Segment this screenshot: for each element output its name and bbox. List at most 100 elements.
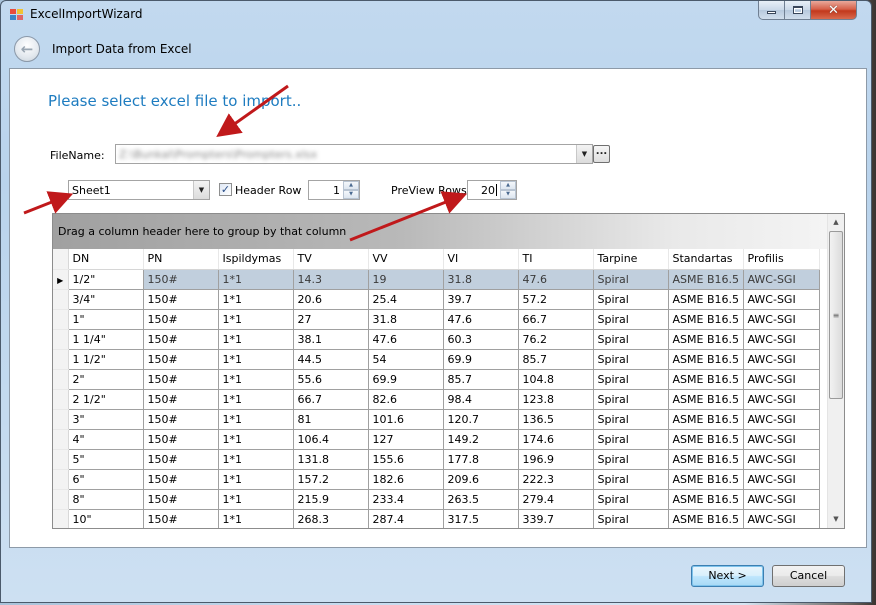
cell-tv[interactable]: 131.8 [293, 449, 369, 470]
cell-ti[interactable]: 279.4 [518, 489, 594, 510]
next-button[interactable]: Next > [691, 565, 764, 587]
cell-dn[interactable]: 1 1/2" [68, 349, 144, 370]
cell-vi[interactable]: 85.7 [443, 369, 519, 390]
cell-profilis[interactable]: AWC-SGI [743, 489, 820, 510]
cell-profilis[interactable]: AWC-SGI [743, 509, 820, 528]
cell-ispildymas[interactable]: 1*1 [218, 449, 294, 470]
cell-profilis[interactable]: AWC-SGI [743, 469, 820, 490]
table-row[interactable]: 5" 150# 1*1 131.8 155.6 177.8 196.9 Spiral ASME … [53, 449, 820, 470]
cell-tarpine[interactable]: Spiral [593, 469, 669, 490]
table-row[interactable]: 1 1/2" 150# 1*1 44.5 54 69.9 85.7 Spiral ASME B1… [53, 349, 820, 370]
cell-tarpine[interactable]: Spiral [593, 389, 669, 410]
cell-standartas[interactable]: ASME B16.5 [668, 469, 744, 490]
cell-vv[interactable]: 233.4 [368, 489, 444, 510]
cell-ispildymas[interactable]: 1*1 [218, 329, 294, 350]
column-header-profilis[interactable]: Profilis [743, 249, 820, 270]
cell-standartas[interactable]: ASME B16.5 [668, 309, 744, 330]
cell-tv[interactable]: 38.1 [293, 329, 369, 350]
cell-vi[interactable]: 47.6 [443, 309, 519, 330]
cell-ispildymas[interactable]: 1*1 [218, 369, 294, 390]
cell-tarpine[interactable]: Spiral [593, 489, 669, 510]
cell-vv[interactable]: 155.6 [368, 449, 444, 470]
cell-tarpine[interactable]: Spiral [593, 369, 669, 390]
cell-ti[interactable]: 57.2 [518, 289, 594, 310]
row-header[interactable] [53, 489, 69, 510]
cancel-button[interactable]: Cancel [772, 565, 845, 587]
cell-dn[interactable]: 6" [68, 469, 144, 490]
cell-dn[interactable]: 1 1/4" [68, 329, 144, 350]
cell-pn[interactable]: 150# [143, 409, 219, 430]
cell-profilis[interactable]: AWC-SGI [743, 309, 820, 330]
cell-tarpine[interactable]: Spiral [593, 349, 669, 370]
cell-ti[interactable]: 174.6 [518, 429, 594, 450]
cell-ispildymas[interactable]: 1*1 [218, 429, 294, 450]
cell-vi[interactable]: 177.8 [443, 449, 519, 470]
cell-tarpine[interactable]: Spiral [593, 309, 669, 330]
cell-standartas[interactable]: ASME B16.5 [668, 289, 744, 310]
cell-ti[interactable]: 222.3 [518, 469, 594, 490]
row-header[interactable] [53, 309, 69, 330]
column-header-vi[interactable]: VI [443, 249, 519, 270]
scroll-thumb[interactable]: ≡ [829, 231, 843, 399]
cell-vv[interactable]: 47.6 [368, 329, 444, 350]
cell-pn[interactable]: 150# [143, 469, 219, 490]
cell-profilis[interactable]: AWC-SGI [743, 289, 820, 310]
cell-vv[interactable]: 69.9 [368, 369, 444, 390]
cell-profilis[interactable]: AWC-SGI [743, 269, 820, 290]
column-header-dn[interactable]: DN [68, 249, 144, 270]
cell-ispildymas[interactable]: 1*1 [218, 309, 294, 330]
cell-ti[interactable]: 47.6 [518, 269, 594, 290]
cell-vi[interactable]: 98.4 [443, 389, 519, 410]
cell-ispildymas[interactable]: 1*1 [218, 389, 294, 410]
cell-tarpine[interactable]: Spiral [593, 409, 669, 430]
table-row[interactable]: 10" 150# 1*1 268.3 287.4 317.5 339.7 Spiral ASME… [53, 509, 820, 528]
column-header-ispildymas[interactable]: Ispildymas [218, 249, 294, 270]
cell-vv[interactable]: 182.6 [368, 469, 444, 490]
cell-ti[interactable]: 104.8 [518, 369, 594, 390]
cell-standartas[interactable]: ASME B16.5 [668, 489, 744, 510]
filename-dropdown-button[interactable]: ▼ [576, 145, 592, 163]
row-header[interactable] [53, 509, 69, 528]
cell-vi[interactable]: 263.5 [443, 489, 519, 510]
cell-vv[interactable]: 127 [368, 429, 444, 450]
cell-dn[interactable]: 3/4" [68, 289, 144, 310]
cell-standartas[interactable]: ASME B16.5 [668, 409, 744, 430]
spin-down-button[interactable]: ▼ [500, 190, 516, 199]
cell-vi[interactable]: 60.3 [443, 329, 519, 350]
cell-vv[interactable]: 31.8 [368, 309, 444, 330]
table-row[interactable]: 1" 150# 1*1 27 31.8 47.6 66.7 Spiral ASME B16.5 A… [53, 309, 820, 330]
cell-ti[interactable]: 76.2 [518, 329, 594, 350]
cell-pn[interactable]: 150# [143, 289, 219, 310]
row-header[interactable] [53, 409, 69, 430]
cell-pn[interactable]: 150# [143, 389, 219, 410]
cell-tv[interactable]: 27 [293, 309, 369, 330]
cell-standartas[interactable]: ASME B16.5 [668, 329, 744, 350]
cell-standartas[interactable]: ASME B16.5 [668, 449, 744, 470]
group-by-panel[interactable]: Drag a column header here to group by th… [53, 214, 829, 249]
table-row[interactable]: 3" 150# 1*1 81 101.6 120.7 136.5 Spiral ASME B16… [53, 409, 820, 430]
cell-ti[interactable]: 123.8 [518, 389, 594, 410]
cell-ispildymas[interactable]: 1*1 [218, 509, 294, 528]
cell-dn[interactable]: 10" [68, 509, 144, 528]
cell-standartas[interactable]: ASME B16.5 [668, 509, 744, 528]
cell-ti[interactable]: 196.9 [518, 449, 594, 470]
cell-profilis[interactable]: AWC-SGI [743, 349, 820, 370]
cell-tv[interactable]: 14.3 [293, 269, 369, 290]
cell-tarpine[interactable]: Spiral [593, 429, 669, 450]
minimize-button[interactable] [758, 1, 785, 20]
cell-dn[interactable]: 1/2" [68, 269, 144, 290]
close-button[interactable]: ✕ [811, 1, 857, 20]
cell-pn[interactable]: 150# [143, 509, 219, 528]
cell-pn[interactable]: 150# [143, 369, 219, 390]
preview-rows-spinner[interactable]: 20 ▲ ▼ [467, 180, 517, 200]
table-row[interactable]: ▶ 1/2" 150# 1*1 14.3 19 31.8 47.6 Spiral ASME B16… [53, 269, 820, 290]
cell-dn[interactable]: 4" [68, 429, 144, 450]
cell-ti[interactable]: 85.7 [518, 349, 594, 370]
cell-standartas[interactable]: ASME B16.5 [668, 269, 744, 290]
table-row[interactable]: 2" 150# 1*1 55.6 69.9 85.7 104.8 Spiral ASME B16… [53, 369, 820, 390]
sheet-dropdown-button[interactable]: ▼ [193, 181, 209, 199]
cell-ispildymas[interactable]: 1*1 [218, 489, 294, 510]
cell-ispildymas[interactable]: 1*1 [218, 289, 294, 310]
cell-ispildymas[interactable]: 1*1 [218, 349, 294, 370]
spin-up-button[interactable]: ▲ [500, 181, 516, 190]
